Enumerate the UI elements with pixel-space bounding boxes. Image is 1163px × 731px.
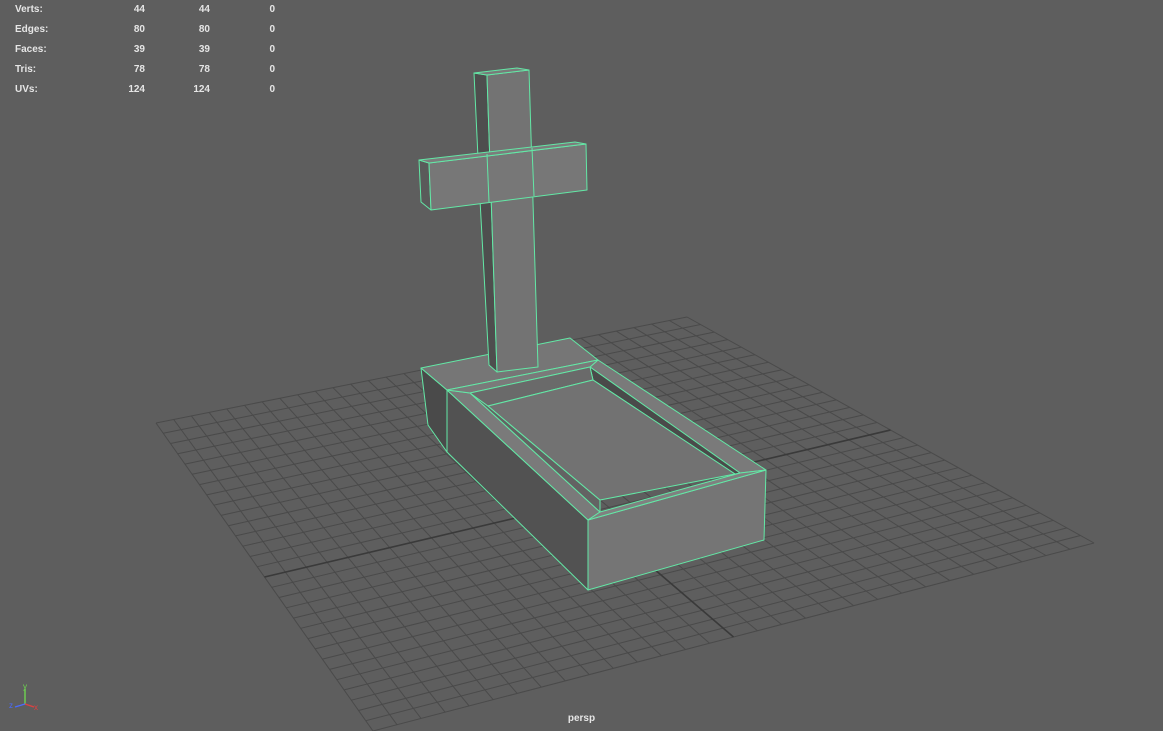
hud-label: Verts: (15, 4, 43, 15)
heads-up-display-poly-count: Verts: 44 44 0 Edges: 80 80 0 Faces: 39 … (15, 0, 275, 100)
view-axis-gizmo: y x z (9, 682, 38, 712)
hud-value: 124 (193, 84, 210, 95)
hud-value: 39 (198, 44, 210, 55)
x-axis-line (24, 703, 35, 708)
tombstone-mesh[interactable] (418, 67, 767, 591)
hud-value: 44 (133, 4, 145, 15)
hud-value: 39 (133, 44, 145, 55)
x-axis-label: x (34, 703, 38, 712)
hud-value: 78 (133, 64, 145, 75)
camera-name-label: persp (567, 713, 596, 724)
hud-label: Faces: (15, 44, 47, 55)
y-axis-label: y (23, 682, 27, 691)
hud-value: 124 (128, 84, 145, 95)
hud-value: 0 (269, 64, 275, 75)
hud-row-tris: Tris: 78 78 0 (15, 60, 275, 80)
hud-row-edges: Edges: 80 80 0 (15, 20, 275, 40)
hud-label: Edges: (15, 24, 49, 35)
hud-row-verts: Verts: 44 44 0 (15, 0, 275, 20)
hud-label: UVs: (15, 84, 38, 95)
hud-row-faces: Faces: 39 39 0 (15, 40, 275, 60)
hud-row-uvs: UVs: 124 124 0 (15, 80, 275, 100)
hud-value: 0 (269, 84, 275, 95)
hud-value: 44 (198, 4, 210, 15)
hud-value: 0 (269, 4, 275, 15)
hud-value: 0 (269, 44, 275, 55)
z-axis-label: z (9, 701, 13, 710)
z-axis-line (14, 703, 26, 708)
hud-label: Tris: (15, 64, 37, 75)
hud-value: 78 (198, 64, 210, 75)
hud-value: 0 (269, 24, 275, 35)
hud-value: 80 (198, 24, 210, 35)
hud-value: 80 (133, 24, 145, 35)
viewport-3d[interactable] (0, 0, 1163, 731)
